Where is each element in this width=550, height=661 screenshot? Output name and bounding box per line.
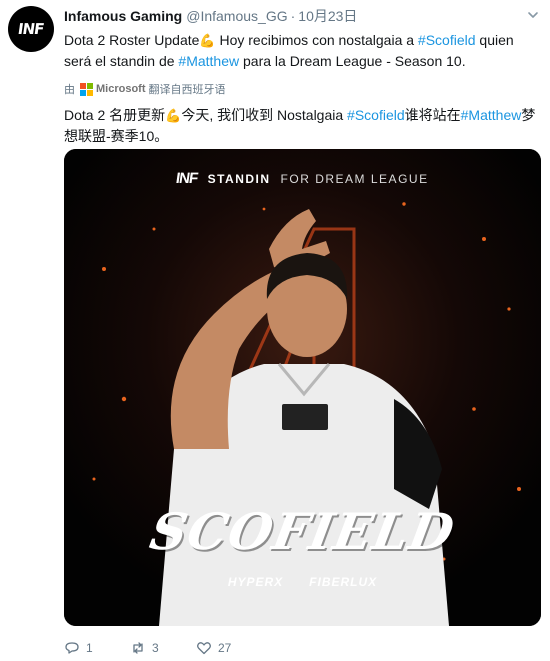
hashtag-link[interactable]: #Matthew	[178, 53, 239, 69]
player-name: SCOFIELD	[145, 502, 460, 561]
retweet-count: 3	[152, 641, 159, 655]
account-handle[interactable]: @Infamous_GG	[186, 6, 287, 26]
tweet-actions: 1 3 27	[64, 637, 231, 659]
chevron-down-icon[interactable]	[526, 8, 540, 22]
reply-button[interactable]: 1	[64, 640, 96, 656]
retweet-icon	[133, 642, 143, 654]
sponsor-logos: HYPERX FIBERLUX	[64, 575, 541, 589]
translated-text-part: 今天, 我们收到 Nostalgaia	[181, 107, 348, 123]
avatar-logo: INF	[17, 20, 45, 38]
tweet-image[interactable]: INF STANDIN FOR DREAM LEAGUE SCOFIELD HY…	[64, 149, 541, 626]
translated-text: Dota 2 名册更新💪今天, 我们收到 Nostalgaia #Scofiel…	[64, 105, 544, 146]
reply-count: 1	[86, 641, 93, 655]
account-name[interactable]: Infamous Gaming	[64, 6, 182, 26]
tweet-text-part: Dota 2 Roster Update	[64, 32, 200, 48]
sponsor-fiberlux: FIBERLUX	[309, 575, 378, 589]
hashtag-link[interactable]: #Scofield	[347, 107, 405, 123]
translated-text-part: 谁将站在	[404, 107, 461, 123]
separator-dot: ·	[290, 8, 296, 24]
heart-icon	[197, 642, 211, 655]
hashtag-link[interactable]: #Scofield	[418, 32, 476, 48]
poster-logo: INF	[175, 170, 199, 187]
reply-icon	[65, 642, 79, 654]
tweet-content: Infamous Gaming @Infamous_GG · 10月23日 Do…	[64, 6, 544, 146]
avatar[interactable]: INF	[8, 6, 54, 52]
flexed-biceps-icon: 💪	[165, 108, 182, 123]
tweet: INF Infamous Gaming @Infamous_GG · 10月23…	[0, 0, 550, 661]
microsoft-logo-icon	[80, 82, 93, 96]
tweet-text-part: para la Dream League - Season 10.	[239, 53, 466, 69]
sponsor-hyperx: HYPERX	[227, 575, 284, 589]
like-button[interactable]: 27	[196, 640, 231, 656]
flexed-biceps-icon: 💪	[199, 33, 216, 48]
translation-suffix: 翻译自西班牙语	[148, 84, 226, 96]
translator-brand[interactable]: Microsoft	[96, 83, 146, 95]
like-count: 27	[218, 641, 232, 655]
translation-prefix: 由	[64, 84, 75, 96]
poster-event-label: FOR DREAM LEAGUE	[280, 171, 429, 186]
tweet-date[interactable]: 10月23日	[298, 6, 357, 26]
poster-heading: INF STANDIN FOR DREAM LEAGUE	[64, 170, 541, 187]
poster-standin-label: STANDIN	[207, 171, 271, 186]
retweet-button[interactable]: 3	[130, 640, 162, 656]
translation-credit: 由 Microsoft 翻译自西班牙语	[64, 81, 544, 97]
tweet-text-part: Hoy recibimos con nostalgaia a	[215, 32, 418, 48]
tweet-text: Dota 2 Roster Update💪 Hoy recibimos con …	[64, 30, 544, 71]
translated-text-part: Dota 2 名册更新	[64, 107, 166, 123]
hashtag-link[interactable]: #Matthew	[461, 107, 522, 123]
tweet-header: Infamous Gaming @Infamous_GG · 10月23日	[64, 6, 544, 26]
